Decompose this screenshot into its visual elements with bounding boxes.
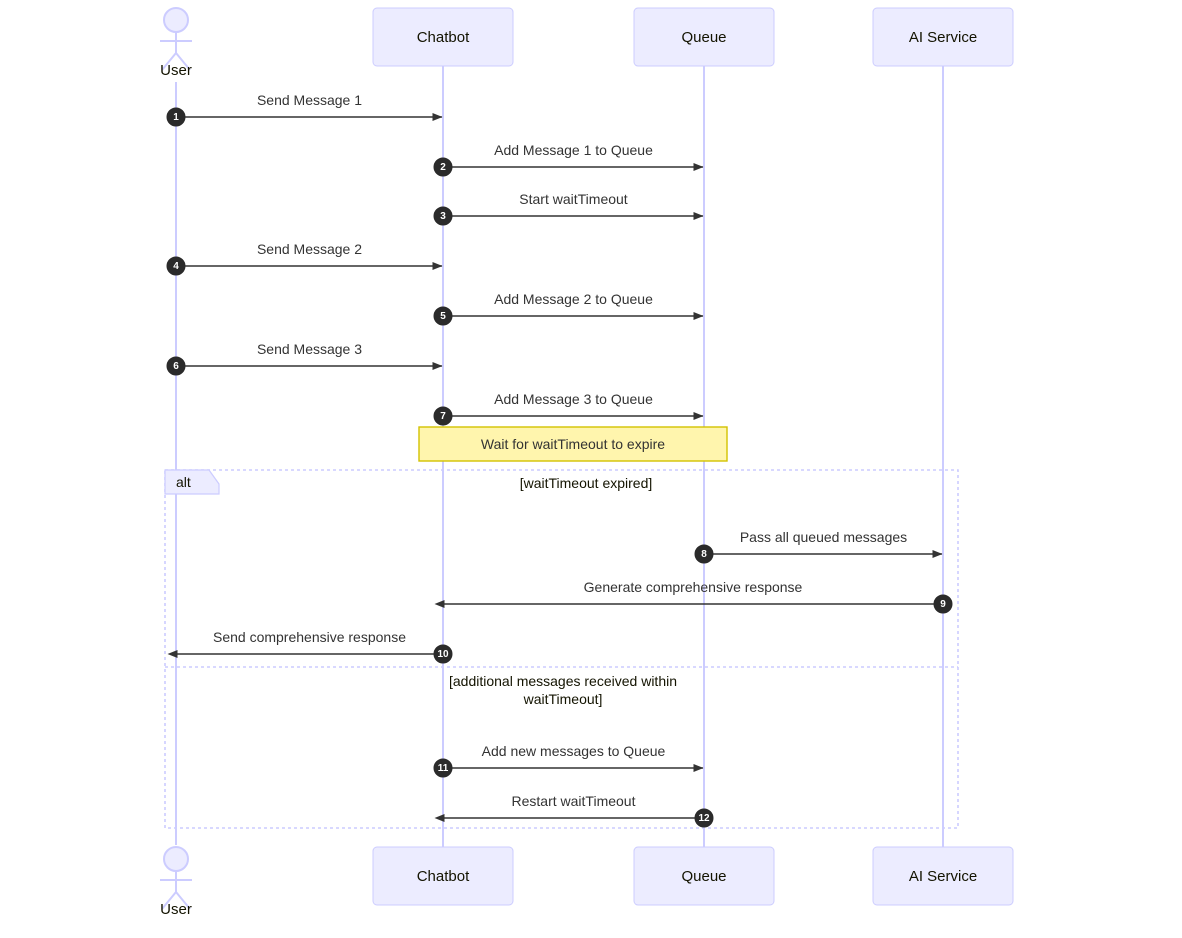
message-sequence-number-6: 6 bbox=[173, 361, 179, 372]
message-sequence-number-5: 5 bbox=[440, 311, 446, 322]
participant-label-chatbot: Chatbot bbox=[417, 868, 470, 885]
message-sequence-number-2: 2 bbox=[440, 162, 446, 173]
actor-head-icon bbox=[163, 846, 189, 872]
participant-label-user: User bbox=[160, 901, 192, 918]
participant-label-ai: AI Service bbox=[909, 868, 977, 885]
message-6: Send Message 3 6 bbox=[166, 341, 443, 376]
message-label-10: Send comprehensive response bbox=[213, 629, 406, 645]
message-8: Pass all queued messages 8 bbox=[694, 529, 943, 564]
message-label-2: Add Message 1 to Queue bbox=[494, 142, 653, 158]
message-4: Send Message 2 4 bbox=[166, 241, 443, 276]
participant-box-chatbot-top: Chatbot bbox=[372, 7, 514, 67]
message-2: Add Message 1 to Queue 2 bbox=[433, 142, 704, 177]
sequence-diagram-canvas: alt [waitTimeout expired] [additional mess… bbox=[0, 0, 1182, 938]
message-10: Send comprehensive response 10 bbox=[167, 629, 453, 664]
participant-box-ai-bottom: AI Service bbox=[872, 846, 1014, 906]
message-3: Start waitTimeout 3 bbox=[433, 191, 704, 226]
message-label-9: Generate comprehensive response bbox=[584, 579, 803, 595]
message-sequence-number-4: 4 bbox=[173, 261, 179, 272]
participant-box-chatbot-bottom: Chatbot bbox=[372, 846, 514, 906]
message-11: Add new messages to Queue 11 bbox=[433, 743, 704, 778]
message-label-6: Send Message 3 bbox=[257, 341, 362, 357]
message-label-12: Restart waitTimeout bbox=[512, 793, 636, 809]
participant-actor-user-top: User bbox=[160, 7, 192, 79]
message-label-5: Add Message 2 to Queue bbox=[494, 291, 653, 307]
message-label-8: Pass all queued messages bbox=[740, 529, 907, 545]
message-9: Generate comprehensive response 9 bbox=[434, 579, 953, 614]
message-label-3: Start waitTimeout bbox=[519, 191, 628, 207]
alt-fragment-layer: alt [waitTimeout expired] [additional mess… bbox=[164, 469, 959, 829]
participant-box-queue-top: Queue bbox=[633, 7, 775, 67]
message-sequence-number-12: 12 bbox=[698, 813, 710, 824]
message-sequence-number-7: 7 bbox=[440, 411, 446, 422]
participant-box-queue-bottom: Queue bbox=[633, 846, 775, 906]
sequence-diagram-svg: alt [waitTimeout expired] [additional mess… bbox=[160, 7, 1014, 918]
note-layer: Wait for waitTimeout to expire bbox=[418, 426, 728, 462]
participant-label-queue: Queue bbox=[681, 29, 726, 46]
message-label-11: Add new messages to Queue bbox=[482, 743, 666, 759]
message-label-7: Add Message 3 to Queue bbox=[494, 391, 653, 407]
participant-label-chatbot: Chatbot bbox=[417, 29, 470, 46]
alt-fragment-frame bbox=[164, 469, 959, 829]
message-sequence-number-8: 8 bbox=[701, 549, 707, 560]
message-sequence-number-1: 1 bbox=[173, 112, 179, 123]
message-7: Add Message 3 to Queue 7 bbox=[433, 391, 704, 426]
message-sequence-number-10: 10 bbox=[437, 649, 449, 660]
alt-condition-label-2: [additional messages received within wait… bbox=[449, 673, 677, 707]
message-12: Restart waitTimeout 12 bbox=[434, 793, 714, 828]
message-label-1: Send Message 1 bbox=[257, 92, 362, 108]
message-sequence-number-9: 9 bbox=[940, 599, 946, 610]
participant-actor-user-bottom: User bbox=[160, 846, 192, 918]
alt-fragment-tag-shape bbox=[164, 469, 220, 495]
message-5: Add Message 2 to Queue 5 bbox=[433, 291, 704, 326]
actor-head-icon bbox=[163, 7, 189, 33]
participant-label-queue: Queue bbox=[681, 868, 726, 885]
participant-box-ai-top: AI Service bbox=[872, 7, 1014, 67]
participant-label-ai: AI Service bbox=[909, 29, 977, 46]
alt-fragment-tag-label: alt bbox=[176, 474, 191, 490]
message-1: Send Message 1 1 bbox=[166, 92, 443, 127]
alt-condition-label-1: [waitTimeout expired] bbox=[520, 475, 653, 491]
note-text: Wait for waitTimeout to expire bbox=[481, 436, 665, 452]
message-sequence-number-11: 11 bbox=[438, 763, 449, 774]
message-label-4: Send Message 2 bbox=[257, 241, 362, 257]
participant-label-user: User bbox=[160, 62, 192, 79]
note-wait-timeout: Wait for waitTimeout to expire bbox=[418, 426, 728, 462]
message-sequence-number-3: 3 bbox=[440, 211, 446, 222]
